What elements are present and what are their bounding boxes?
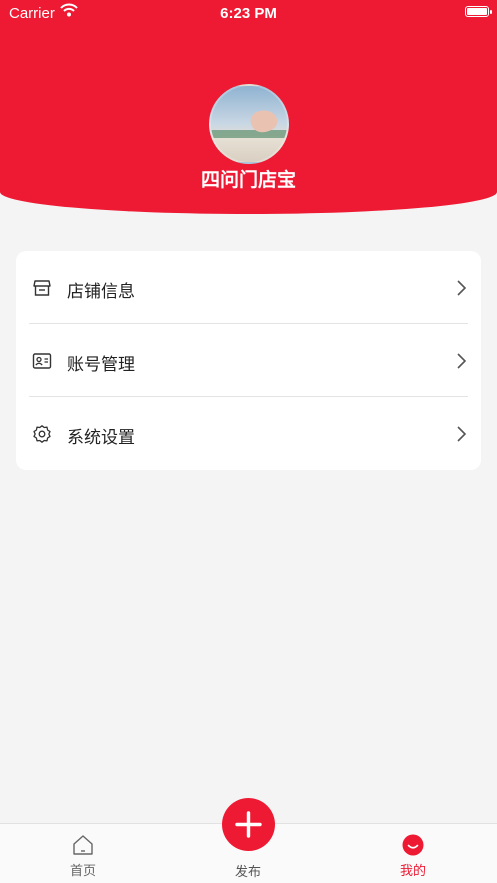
menu-item-label: 店铺信息 [67,282,135,302]
chevron-right-icon [457,280,467,296]
menu-card: 店铺信息 账号管理 系统设置 [16,251,481,470]
home-icon [73,835,93,855]
status-bar: Carrier 6:23 PM [0,0,497,26]
tab-label: 首页 [69,864,96,879]
gear-icon [33,425,51,443]
menu-item-label: 账号管理 [67,355,135,375]
plus-icon [235,811,262,838]
store-icon [33,280,51,296]
id-card-icon [32,353,52,369]
menu-item-account[interactable]: 账号管理 [16,324,481,397]
avatar[interactable] [209,84,289,164]
shop-name: 四问门店宝 [200,169,296,191]
tab-label: 我的 [399,864,426,879]
chevron-right-icon [457,426,467,442]
chevron-right-icon [457,353,467,369]
menu-item-label: 系统设置 [67,428,135,448]
menu-item-store-info[interactable]: 店铺信息 [16,251,481,324]
publish-label: 发布 [234,865,261,880]
menu-item-settings[interactable]: 系统设置 [16,397,481,470]
publish-button[interactable] [222,798,275,851]
smile-icon [402,834,424,856]
status-time: 6:23 PM [220,5,277,22]
battery-icon [465,6,492,17]
avatar-lake-detail [211,130,287,138]
